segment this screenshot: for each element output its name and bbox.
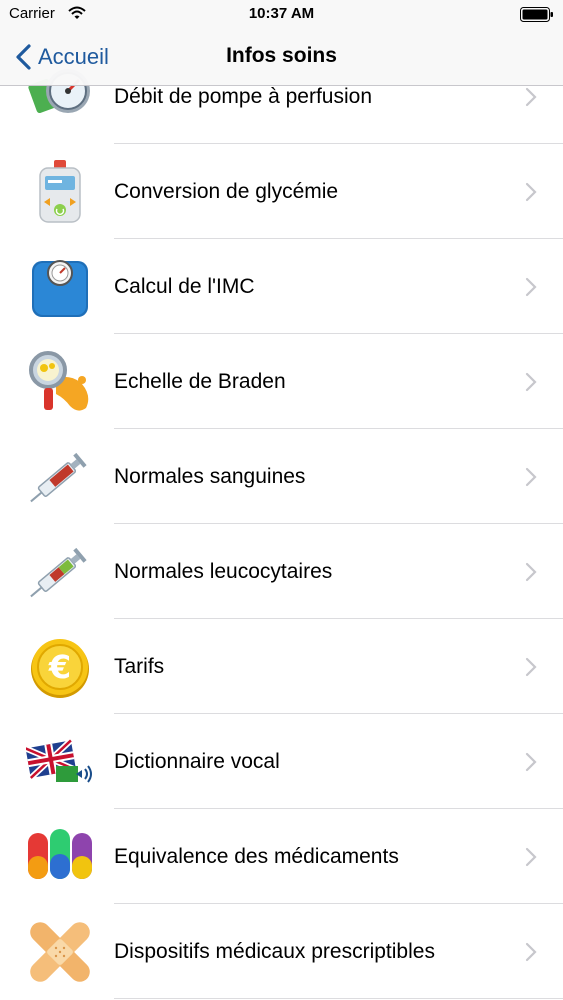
info-list[interactable]: Débit de pompe à perfusion Conversion de…	[0, 49, 563, 999]
list-item-label: Dictionnaire vocal	[114, 750, 280, 773]
list-item-label: Tarifs	[114, 655, 165, 678]
pills-icon	[26, 823, 94, 891]
euro-coin-icon: €	[26, 633, 94, 701]
flag-speaker-icon	[26, 728, 94, 796]
scale-icon	[26, 253, 94, 321]
row-separator	[114, 998, 563, 999]
syringe-icon	[26, 443, 94, 511]
chevron-right-icon	[525, 467, 537, 487]
chevron-right-icon	[525, 847, 537, 867]
chevron-right-icon	[525, 942, 537, 962]
svg-text:€: €	[48, 648, 71, 686]
chevron-right-icon	[525, 562, 537, 582]
clock: 10:37 AM	[248, 5, 315, 22]
list-item-conversion-glycemie[interactable]: Conversion de glycémie	[0, 144, 563, 239]
glucometer-icon	[26, 158, 94, 226]
list-item-label: Conversion de glycémie	[114, 180, 339, 203]
list-item-equivalence-medicaments[interactable]: Equivalence des médicaments	[0, 809, 563, 904]
status-bar: Carrier 10:37 AM	[0, 0, 563, 30]
list-item-normales-leucocytaires[interactable]: Normales leucocytaires	[0, 524, 563, 619]
chevron-right-icon	[525, 182, 537, 202]
list-item-label: Dispositifs médicaux prescriptibles	[114, 940, 435, 963]
battery-icon	[520, 7, 554, 22]
list-item-echelle-braden[interactable]: Echelle de Braden	[0, 334, 563, 429]
list-item-dictionnaire-vocal[interactable]: Dictionnaire vocal	[0, 714, 563, 809]
chevron-right-icon	[525, 277, 537, 297]
chevron-right-icon	[525, 752, 537, 772]
chevron-right-icon	[525, 657, 537, 677]
list-item-label: Equivalence des médicaments	[114, 845, 399, 868]
list-item-label: Normales sanguines	[114, 465, 306, 488]
list-item-label: Calcul de l'IMC	[114, 275, 255, 298]
page-title: Infos soins	[226, 44, 337, 67]
navigation-header: Carrier 10:37 AM Accueil Infos soins	[0, 0, 563, 86]
list-item-tarifs[interactable]: € Tarifs	[0, 619, 563, 714]
list-item-dispositifs-medicaux[interactable]: Dispositifs médicaux prescriptibles	[0, 904, 563, 999]
bandage-icon	[26, 918, 94, 986]
list-item-label: Normales leucocytaires	[114, 560, 333, 583]
list-item-label: Echelle de Braden	[114, 370, 286, 393]
magnifier-foot-icon	[26, 348, 94, 416]
list-item-normales-sanguines[interactable]: Normales sanguines	[0, 429, 563, 524]
app-screen: Débit de pompe à perfusion Conversion de…	[0, 0, 563, 1000]
nav-bar: Accueil Infos soins	[0, 30, 563, 86]
chevron-right-icon	[525, 87, 537, 107]
chevron-right-icon	[525, 372, 537, 392]
list-item-calcul-imc[interactable]: Calcul de l'IMC	[0, 239, 563, 334]
syringe-icon	[26, 538, 94, 606]
